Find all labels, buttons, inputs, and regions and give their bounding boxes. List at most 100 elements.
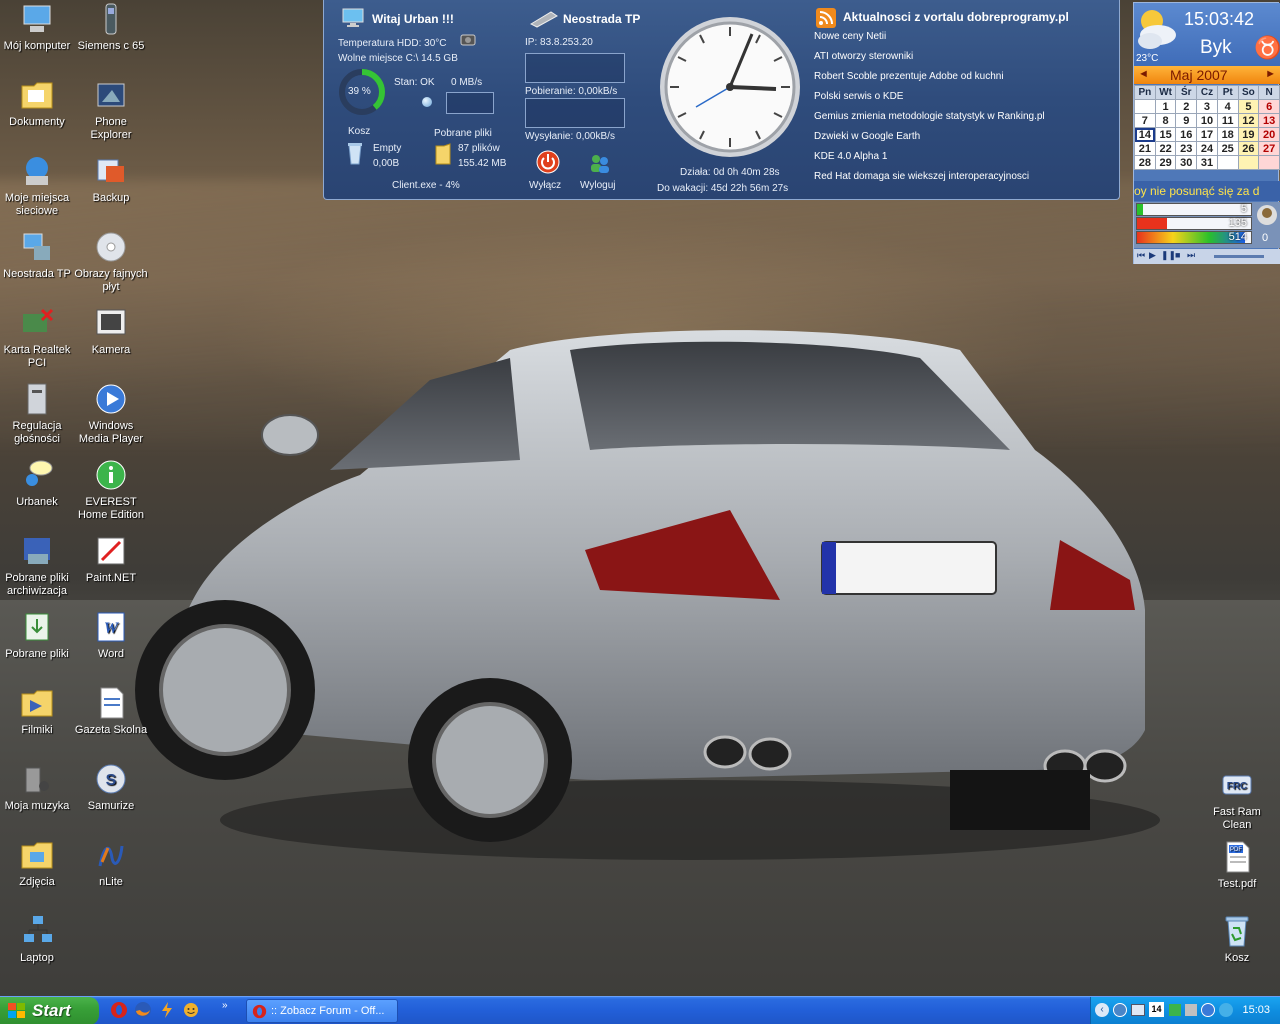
news-item[interactable]: Red Hat domaga sie wiekszej interoperacy… <box>814 170 1045 190</box>
tray-expand-icon[interactable]: ‹ <box>1095 1003 1109 1017</box>
desktop-icon[interactable]: Urbanek <box>0 458 74 509</box>
desktop-icon[interactable]: Filmiki <box>0 686 74 737</box>
desktop-icon-test-pdf[interactable]: PDF Test.pdf <box>1200 840 1274 891</box>
calendar-day[interactable]: 3 <box>1196 99 1218 114</box>
desktop-icon[interactable]: W Word <box>74 610 148 661</box>
desktop-icon[interactable]: Karta Realtek PCI <box>0 306 74 370</box>
calendar-day[interactable] <box>1134 99 1156 114</box>
desktop-icon[interactable]: Dokumenty <box>0 78 74 129</box>
shutdown-button[interactable]: Wyłącz <box>529 180 561 191</box>
calendar-day[interactable]: 23 <box>1175 141 1198 156</box>
opera-icon[interactable] <box>110 1001 128 1019</box>
quick-launch-expand-icon[interactable]: » <box>222 1000 228 1011</box>
calendar-day[interactable]: 11 <box>1216 113 1239 128</box>
calendar-day[interactable]: 10 <box>1196 113 1218 128</box>
next-month-button[interactable]: ► <box>1265 68 1276 80</box>
calendar-day[interactable]: 31 <box>1196 155 1218 170</box>
calendar-day[interactable]: 1 <box>1154 99 1177 114</box>
prev-month-button[interactable]: ◄ <box>1138 68 1149 80</box>
news-item[interactable]: KDE 4.0 Alpha 1 <box>814 150 1045 170</box>
logout-button[interactable]: Wyloguj <box>580 180 615 191</box>
start-button[interactable]: Start <box>0 997 99 1024</box>
desktop-icon[interactable]: Neostrada TP <box>0 230 74 281</box>
calendar-day[interactable]: 6 <box>1258 99 1280 114</box>
calendar-day[interactable]: 7 <box>1134 113 1156 128</box>
winamp-icon[interactable] <box>158 1001 176 1019</box>
desktop-icon[interactable]: Paint.NET <box>74 534 148 585</box>
desktop-icon[interactable]: Obrazy fajnych płyt <box>74 230 148 294</box>
calendar-day[interactable]: 16 <box>1175 127 1198 142</box>
calendar-day[interactable]: 2 <box>1175 99 1198 114</box>
desktop-icon-fast-ram-clean[interactable]: FRC Fast Ram Clean <box>1200 768 1274 832</box>
prev-track-button[interactable]: ⏮ <box>1137 250 1145 261</box>
desktop-icon[interactable]: Regulacja głośności <box>0 382 74 446</box>
calendar-day[interactable]: 26 <box>1237 141 1260 156</box>
network-tray-icon[interactable] <box>1131 1004 1145 1016</box>
calendar-day[interactable]: 30 <box>1175 155 1198 170</box>
antivirus-tray-icon[interactable] <box>1201 1003 1215 1017</box>
taskbar-window-forum[interactable]: :: Zobacz Forum - Off... <box>246 999 398 1023</box>
desktop-icon[interactable]: Siemens c 65 <box>74 2 148 53</box>
calendar-day[interactable]: 27 <box>1258 141 1280 156</box>
news-item[interactable]: Robert Scoble prezentuje Adobe od kuchni <box>814 70 1045 90</box>
calendar-day[interactable] <box>1237 155 1260 170</box>
logout-icon[interactable] <box>588 152 612 174</box>
calendar-day[interactable]: 4 <box>1216 99 1239 114</box>
desktop-icon[interactable]: Phone Explorer <box>74 78 148 142</box>
desktop-icon[interactable]: Windows Media Player <box>74 382 148 446</box>
samurize-tray-icon[interactable] <box>1113 1003 1127 1017</box>
news-item[interactable]: Nowe ceny Netii <box>814 30 1045 50</box>
calendar-day[interactable]: 5 <box>1237 99 1260 114</box>
pause-button[interactable]: ❚❚ <box>1161 250 1176 261</box>
stop-button[interactable]: ■ <box>1175 250 1180 260</box>
desktop-icon[interactable]: Gazeta Skolna <box>74 686 148 737</box>
calendar-day[interactable]: 20 <box>1258 127 1280 142</box>
desktop-icon[interactable]: Mój komputer <box>0 2 74 53</box>
desktop-icon[interactable]: Laptop <box>0 914 74 965</box>
calendar-day[interactable]: 14 <box>1134 127 1156 142</box>
calendar-day[interactable]: 22 <box>1154 141 1177 156</box>
shutdown-icon[interactable] <box>536 150 560 174</box>
messenger-tray-icon[interactable] <box>1219 1003 1233 1017</box>
news-item[interactable]: Gemius zmienia metodologie statystyk w R… <box>814 110 1045 130</box>
calendar-day[interactable] <box>1216 155 1239 170</box>
desktop-icon[interactable]: Moje miejsca sieciowe <box>0 154 74 218</box>
desktop-icon[interactable]: Kamera <box>74 306 148 357</box>
usb-tray-icon[interactable] <box>1169 1004 1181 1016</box>
desktop-icon[interactable]: Backup <box>74 154 148 205</box>
tray-clock[interactable]: 15:03 <box>1242 1004 1270 1016</box>
calendar-tray-icon[interactable]: 14 <box>1149 1002 1164 1017</box>
desktop-icon[interactable]: Moja muzyka <box>0 762 74 813</box>
desktop-icon[interactable]: S Samurize <box>74 762 148 813</box>
news-item[interactable]: Polski serwis o KDE <box>814 90 1045 110</box>
calendar-day[interactable]: 29 <box>1154 155 1177 170</box>
calendar-day[interactable]: 19 <box>1237 127 1260 142</box>
calendar-day[interactable]: 21 <box>1134 141 1156 156</box>
desktop-icon[interactable]: Pobrane pliki archiwizacja <box>0 534 74 598</box>
next-track-button[interactable]: ⏭ <box>1187 250 1195 261</box>
calendar-day[interactable] <box>1258 155 1280 170</box>
play-button[interactable]: ▶ <box>1149 250 1156 261</box>
calendar-day[interactable]: 15 <box>1154 127 1177 142</box>
firefox-icon[interactable] <box>134 1001 152 1019</box>
calendar-day[interactable]: 28 <box>1134 155 1156 170</box>
volume-slider[interactable] <box>1214 255 1264 258</box>
messenger-icon[interactable] <box>182 1001 200 1019</box>
calendar-day[interactable]: 18 <box>1216 127 1239 142</box>
calendar-day[interactable]: 24 <box>1196 141 1218 156</box>
calendar-day[interactable]: 9 <box>1175 113 1198 128</box>
desktop-icon[interactable]: Pobrane pliki <box>0 610 74 661</box>
safely-remove-tray-icon[interactable] <box>1185 1004 1197 1016</box>
word-icon: W <box>97 612 125 642</box>
desktop-icon[interactable]: nLite <box>74 838 148 889</box>
news-item[interactable]: Dzwieki w Google Earth <box>814 130 1045 150</box>
desktop-icon[interactable]: Zdjęcia <box>0 838 74 889</box>
desktop-icon-recycle-bin[interactable]: Kosz <box>1200 914 1274 965</box>
calendar-day[interactable]: 25 <box>1216 141 1239 156</box>
calendar-day[interactable]: 12 <box>1237 113 1260 128</box>
news-item[interactable]: ATI otworzy sterowniki <box>814 50 1045 70</box>
calendar-day[interactable]: 13 <box>1258 113 1280 128</box>
desktop-icon[interactable]: EVEREST Home Edition <box>74 458 148 522</box>
calendar-day[interactable]: 8 <box>1154 113 1177 128</box>
calendar-day[interactable]: 17 <box>1196 127 1218 142</box>
